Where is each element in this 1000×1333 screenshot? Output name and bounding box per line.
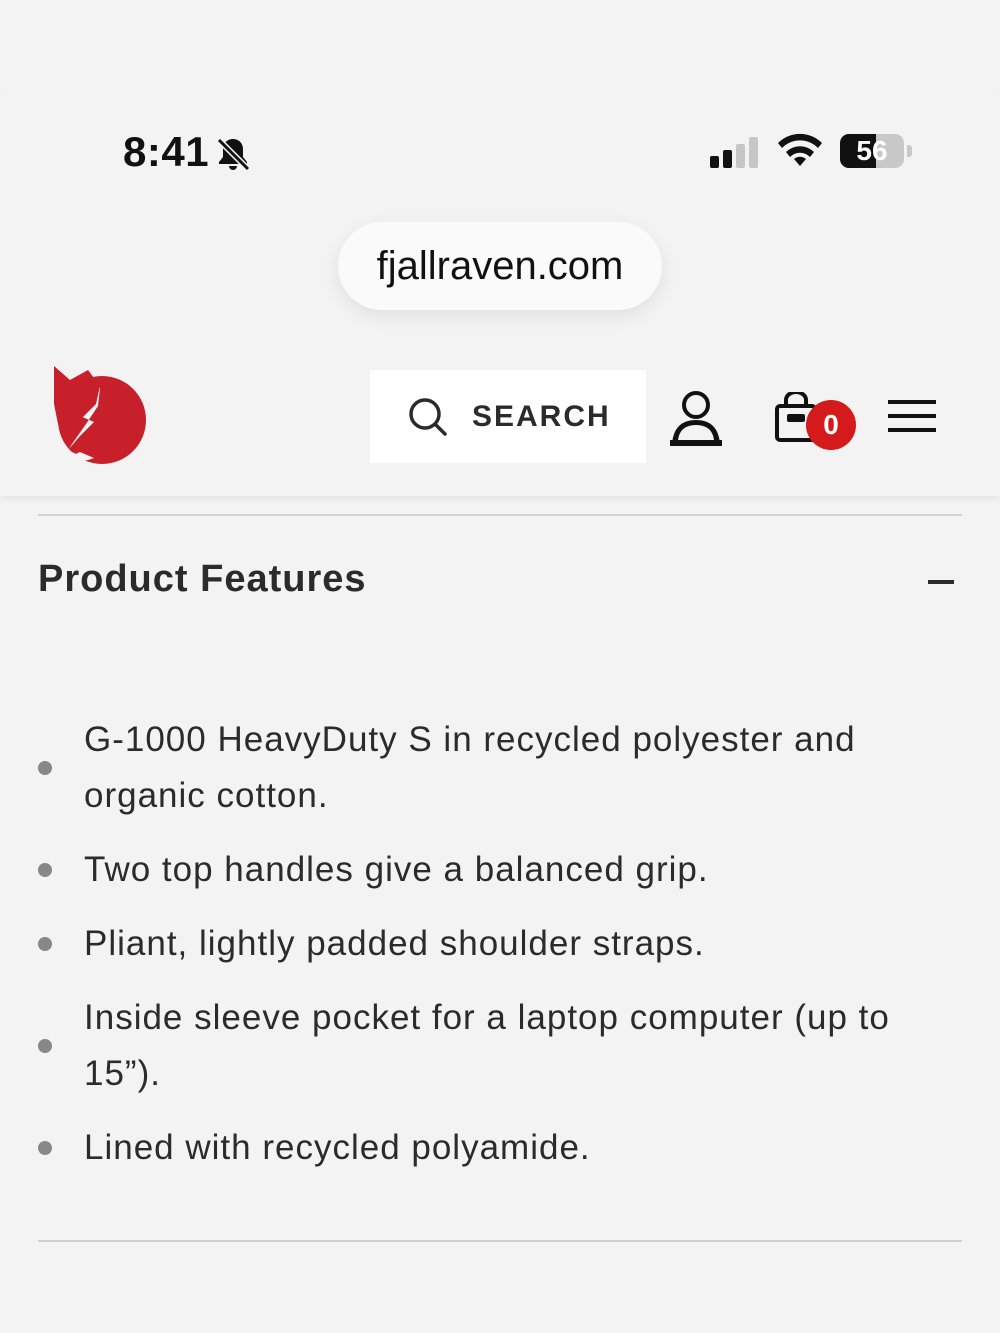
fjallraven-fox-logo[interactable] xyxy=(50,364,150,470)
bullet-icon xyxy=(38,1039,52,1053)
search-label: SEARCH xyxy=(472,400,611,433)
battery-icon: 56 xyxy=(840,134,914,170)
user-icon[interactable] xyxy=(668,390,724,446)
section-divider-bottom xyxy=(38,1240,962,1242)
hamburger-menu-icon[interactable] xyxy=(888,398,936,434)
minus-icon[interactable] xyxy=(928,580,954,584)
bell-slash-icon xyxy=(216,137,251,172)
feature-list: G-1000 HeavyDuty S in recycled polyester… xyxy=(38,712,938,1194)
feature-text: Inside sleeve pocket for a laptop comput… xyxy=(84,998,890,1093)
section-divider xyxy=(38,514,962,516)
bullet-icon xyxy=(38,863,52,877)
cart-button[interactable]: 0 xyxy=(774,390,864,460)
list-item: Lined with recycled polyamide. xyxy=(38,1120,938,1176)
cellular-signal-icon xyxy=(710,137,758,168)
feature-text: Lined with recycled polyamide. xyxy=(84,1128,591,1167)
wifi-icon xyxy=(778,133,822,166)
battery-level: 56 xyxy=(856,135,888,166)
search-icon xyxy=(409,398,447,436)
feature-text: G-1000 HeavyDuty S in recycled polyester… xyxy=(84,720,856,815)
list-item: Inside sleeve pocket for a laptop comput… xyxy=(38,990,938,1102)
site-header: SEARCH 0 xyxy=(0,340,1000,496)
cart-count-badge: 0 xyxy=(806,400,856,450)
bullet-icon xyxy=(38,937,52,951)
status-time: 8:41 xyxy=(123,128,210,175)
section-title[interactable]: Product Features xyxy=(38,558,367,601)
top-background xyxy=(0,0,1000,90)
search-button[interactable]: SEARCH xyxy=(370,370,646,463)
bullet-icon xyxy=(38,761,52,775)
list-item: G-1000 HeavyDuty S in recycled polyester… xyxy=(38,712,938,824)
feature-text: Two top handles give a balanced grip. xyxy=(84,850,709,889)
list-item: Pliant, lightly padded shoulder straps. xyxy=(38,916,938,972)
url-bar[interactable]: fjallraven.com xyxy=(338,222,662,310)
list-item: Two top handles give a balanced grip. xyxy=(38,842,938,898)
bullet-icon xyxy=(38,1141,52,1155)
feature-text: Pliant, lightly padded shoulder straps. xyxy=(84,924,705,963)
